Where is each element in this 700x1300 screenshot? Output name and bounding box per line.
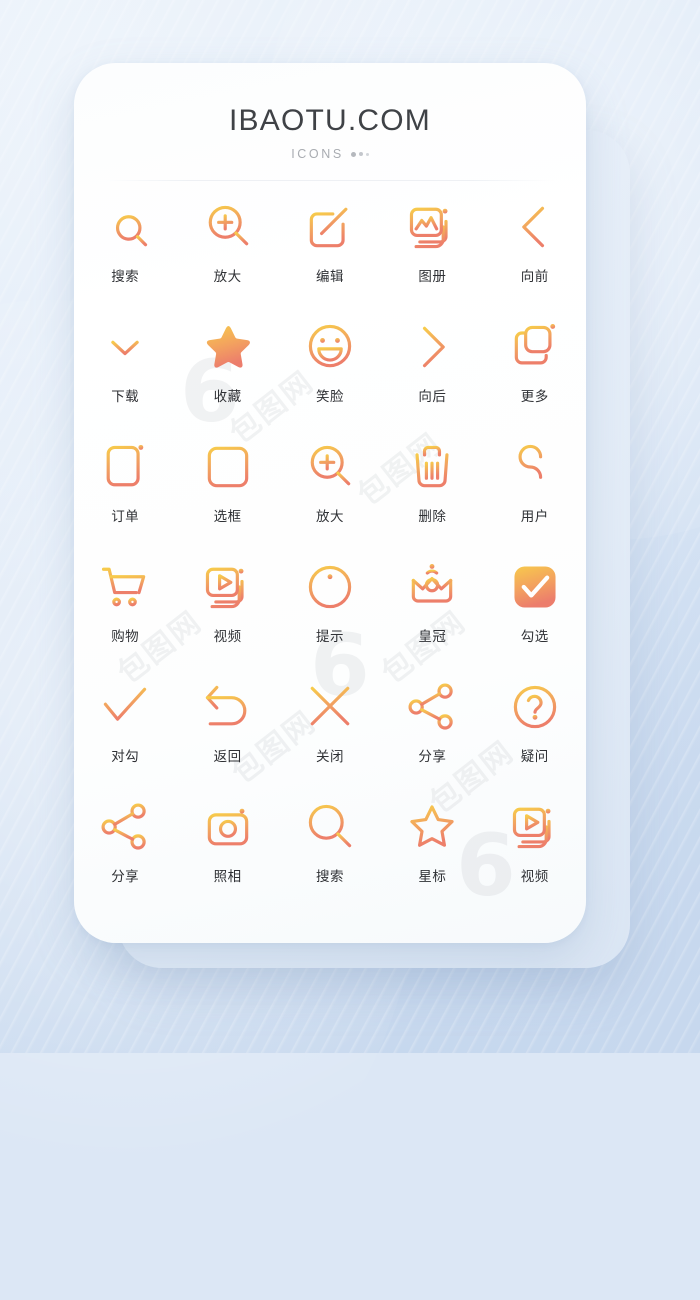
icon-cell-video-play-icon[interactable]: 视频 [176,551,278,671]
edit-pencil-icon[interactable] [302,191,358,263]
check-icon[interactable] [97,671,153,743]
icon-label: 笑脸 [315,389,344,405]
icon-cell-user-icon[interactable]: 用户 [484,431,586,551]
magnifier-icon[interactable] [302,791,358,863]
icon-label: 向后 [418,389,447,405]
icon-cell-download-icon[interactable]: 下载 [74,311,176,431]
icon-cell-trash-icon[interactable]: 删除 [381,431,483,551]
icon-cell-close-x-icon[interactable]: 关闭 [279,671,381,791]
icon-cell-camera-icon[interactable]: 照相 [176,791,278,911]
icon-cell-magnifier-icon[interactable]: 搜索 [279,791,381,911]
chevron-left-icon[interactable] [507,191,563,263]
icon-label: 关闭 [315,749,344,765]
icon-cell-video-play-icon[interactable]: 视频 [484,791,586,911]
icon-label: 皇冠 [418,629,447,645]
video-play-icon[interactable] [200,551,256,623]
icon-set-card: 6 6 6 包图网 包图网 包图网 包图网 包图网 包图网 IBAOTU.COM… [74,63,586,943]
album-icon[interactable] [404,191,460,263]
star-outline-icon[interactable] [404,791,460,863]
zoom-in-icon[interactable] [200,191,256,263]
header-divider [106,180,554,181]
icon-label: 疑问 [520,749,549,765]
trash-icon[interactable] [404,431,460,503]
share-nodes-icon[interactable] [97,791,153,863]
icon-label: 勾选 [520,629,549,645]
icon-label: 分享 [111,869,140,885]
star-filled-icon[interactable] [200,311,256,383]
icon-label: 选框 [213,509,242,525]
video-play-icon[interactable] [507,791,563,863]
order-document-icon[interactable] [97,431,153,503]
icon-cell-info-circle-icon[interactable]: 提示 [279,551,381,671]
icon-label: 更多 [520,389,549,405]
icon-label: 提示 [315,629,344,645]
icon-cell-checkbox-empty-icon[interactable]: 选框 [176,431,278,551]
icon-cell-check-filled-icon[interactable]: 勾选 [484,551,586,671]
icon-cell-crown-icon[interactable]: 皇冠 [381,551,483,671]
ellipsis-dots-icon [350,151,369,157]
page-title: IBAOTU.COM [228,104,431,137]
checkbox-empty-icon[interactable] [200,431,256,503]
icon-cell-shopping-cart-icon[interactable]: 购物 [74,551,176,671]
smiley-icon[interactable] [302,311,358,383]
icon-label: 放大 [315,509,344,525]
icon-label: 分享 [418,749,447,765]
close-x-icon[interactable] [302,671,358,743]
icon-cell-share-nodes-icon[interactable]: 分享 [381,671,483,791]
camera-icon[interactable] [200,791,256,863]
share-nodes-icon[interactable] [404,671,460,743]
icon-label: 搜索 [315,869,344,885]
icon-label: 视频 [520,869,549,885]
icon-label: 删除 [418,509,447,525]
icon-grid: 搜索 放大 编辑 图册 向前 下载 收藏 笑脸 向后 更多 订单 选框 放大 删… [74,191,586,911]
info-circle-icon[interactable] [302,551,358,623]
icon-cell-zoom-in-icon[interactable]: 放大 [176,191,278,311]
icon-cell-order-document-icon[interactable]: 订单 [74,431,176,551]
icon-label: 用户 [520,509,549,525]
icon-label: 图册 [418,269,447,285]
copy-layers-icon[interactable] [507,311,563,383]
icon-label: 星标 [418,869,447,885]
icon-label: 订单 [111,509,140,525]
check-filled-icon[interactable] [507,551,563,623]
icon-label: 向前 [520,269,549,285]
icon-cell-undo-arrow-icon[interactable]: 返回 [176,671,278,791]
icon-cell-check-icon[interactable]: 对勾 [74,671,176,791]
icon-label: 搜索 [111,269,140,285]
icon-cell-chevron-left-icon[interactable]: 向前 [484,191,586,311]
subtitle-row: ICONS [74,147,586,161]
icon-cell-album-icon[interactable]: 图册 [381,191,483,311]
icon-cell-magnifier-plus-icon[interactable]: 放大 [279,431,381,551]
icon-label: 返回 [213,749,242,765]
search-list-icon[interactable] [97,191,153,263]
icon-label: 放大 [213,269,242,285]
icon-cell-smiley-icon[interactable]: 笑脸 [279,311,381,431]
icon-label: 收藏 [213,389,242,405]
icon-label: 购物 [111,629,140,645]
icon-label: 照相 [213,869,242,885]
icon-cell-star-outline-icon[interactable]: 星标 [381,791,483,911]
download-icon[interactable] [97,311,153,383]
icon-cell-star-filled-icon[interactable]: 收藏 [176,311,278,431]
magnifier-plus-icon[interactable] [302,431,358,503]
icon-cell-search-list-icon[interactable]: 搜索 [74,191,176,311]
icon-label: 下载 [111,389,140,405]
icon-cell-chevron-right-icon[interactable]: 向后 [381,311,483,431]
icon-cell-share-nodes-icon[interactable]: 分享 [74,791,176,911]
question-circle-icon[interactable] [507,671,563,743]
icon-cell-question-circle-icon[interactable]: 疑问 [484,671,586,791]
shopping-cart-icon[interactable] [97,551,153,623]
chevron-right-icon[interactable] [404,311,460,383]
crown-icon[interactable] [404,551,460,623]
card-header: IBAOTU.COM ICONS [74,63,586,175]
user-icon[interactable] [507,431,563,503]
icon-label: 编辑 [315,269,344,285]
icon-cell-copy-layers-icon[interactable]: 更多 [484,311,586,431]
page-subtitle: ICONS [291,147,344,161]
icon-label: 视频 [213,629,242,645]
icon-label: 对勾 [111,749,140,765]
undo-arrow-icon[interactable] [200,671,256,743]
icon-cell-edit-pencil-icon[interactable]: 编辑 [279,191,381,311]
